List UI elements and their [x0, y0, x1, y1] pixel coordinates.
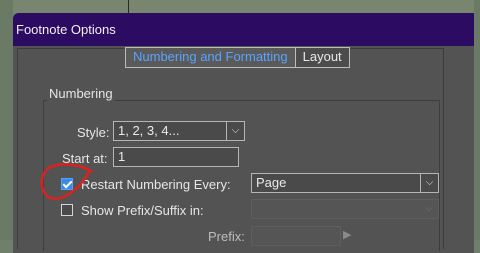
show-prefix-suffix-checkbox[interactable]: [61, 204, 73, 216]
prefix-input[interactable]: [251, 226, 341, 246]
show-prefix-suffix-label: Show Prefix/Suffix in:: [81, 203, 204, 218]
start-at-input[interactable]: 1: [113, 147, 239, 167]
start-at-label: Start at:: [62, 151, 108, 166]
restart-numbering-label: Restart Numbering Every:: [81, 177, 231, 192]
tab-numbering-and-formatting[interactable]: Numbering and Formatting: [125, 47, 296, 68]
style-dropdown[interactable]: 1, 2, 3, 4... ⌵: [113, 121, 245, 141]
title-bar[interactable]: Footnote Options: [13, 13, 474, 46]
prefix-suffix-dropdown[interactable]: ⌵: [251, 199, 439, 219]
background-divider: [128, 0, 129, 13]
tab-bar: Numbering and Formatting Layout: [125, 47, 350, 68]
chevron-down-icon[interactable]: ⌵: [226, 122, 244, 140]
start-at-value: 1: [118, 149, 126, 164]
chevron-down-icon[interactable]: ⌵: [420, 174, 438, 192]
background-window-edge: [0, 0, 480, 13]
chevron-down-icon: ⌵: [425, 203, 433, 214]
prefix-label: Prefix:: [208, 229, 245, 244]
prefix-arrow-icon[interactable]: ▶: [343, 228, 351, 241]
style-label: Style:: [77, 125, 110, 140]
style-value: 1, 2, 3, 4...: [118, 123, 180, 138]
background-right: [474, 0, 480, 240]
restart-every-value: Page: [256, 175, 287, 190]
numbering-group-label: Numbering: [47, 86, 115, 101]
restart-numbering-checkbox[interactable]: [61, 178, 73, 190]
background-left: [0, 0, 13, 240]
restart-every-dropdown[interactable]: Page ⌵: [251, 173, 439, 193]
window-title: Footnote Options: [16, 22, 116, 37]
tab-layout[interactable]: Layout: [295, 47, 350, 68]
